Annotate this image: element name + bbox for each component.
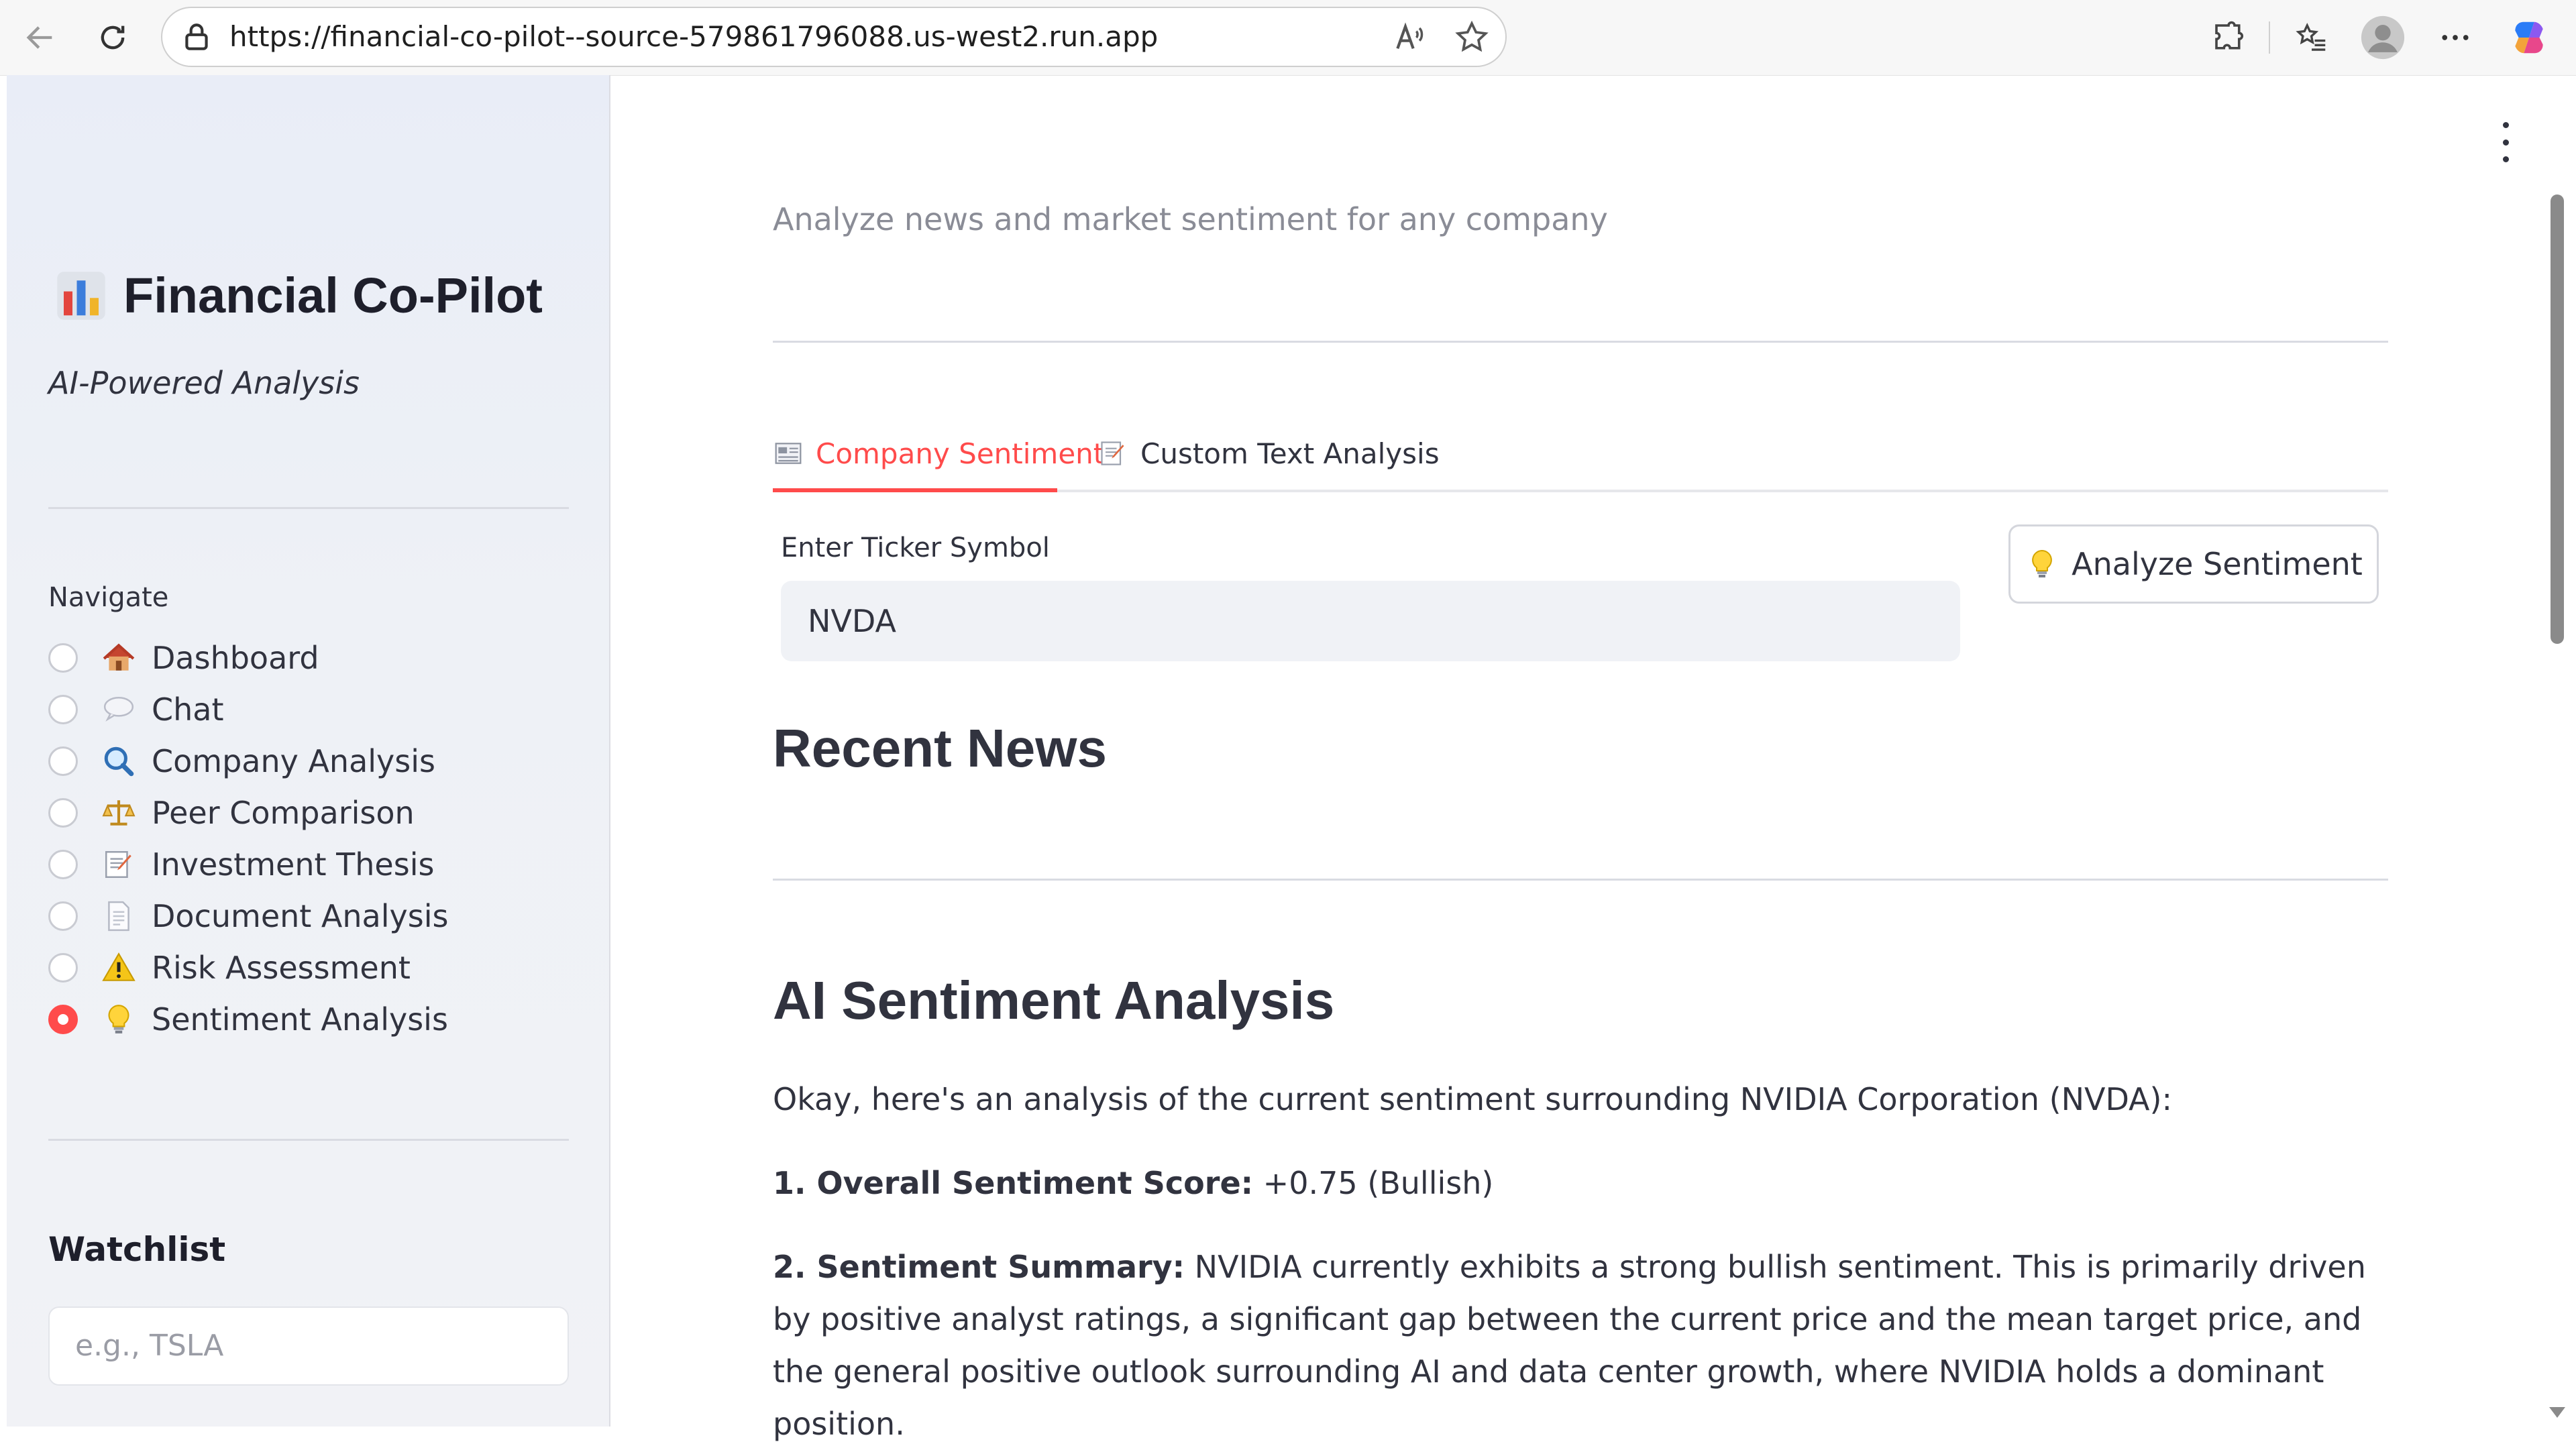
nav-label: Navigate [48, 582, 169, 613]
more-options-button[interactable] [2431, 13, 2479, 62]
nav-item-chat[interactable]: Chat [48, 686, 224, 733]
recent-news-heading: Recent News [773, 718, 1107, 778]
content-divider [773, 879, 2388, 881]
nav-item-investment-thesis[interactable]: Investment Thesis [48, 841, 434, 888]
magnifier-icon [101, 743, 137, 779]
nav-item-label: Dashboard [152, 640, 319, 676]
main-menu-button[interactable] [2496, 122, 2516, 162]
radio-button[interactable] [48, 798, 78, 828]
button-label: Analyze Sentiment [2072, 546, 2363, 582]
tagline: AI-Powered Analysis [48, 365, 360, 401]
favorite-star-icon[interactable] [1453, 19, 1491, 56]
tab-company-sentiment[interactable]: Company Sentiment [773, 420, 1104, 487]
nav-item-document-analysis[interactable]: Document Analysis [48, 893, 448, 940]
score-label: 1. Overall Sentiment Score: [773, 1165, 1254, 1201]
score-value: +0.75 (Bullish) [1253, 1165, 1494, 1201]
puzzle-icon [2215, 21, 2244, 50]
house-icon [101, 640, 137, 676]
toolbar-divider [2269, 21, 2270, 54]
lightbulb-icon [101, 1001, 137, 1038]
radio-button[interactable] [48, 953, 78, 983]
avatar-icon [2361, 15, 2405, 60]
bar-chart-icon [57, 271, 105, 320]
url-text: https://financial-co-pilot--source-57986… [229, 20, 1159, 53]
favorites-button[interactable] [2288, 13, 2336, 62]
watchlist-input[interactable]: e.g., TSLA [48, 1306, 569, 1386]
lightbulb-icon [2025, 547, 2059, 581]
refresh-icon [101, 25, 125, 50]
page-subtitle: Analyze news and market sentiment for an… [773, 201, 1608, 237]
dot [2502, 156, 2509, 162]
copilot-icon [2515, 21, 2543, 54]
dot [2502, 122, 2509, 128]
nav-item-label: Chat [152, 691, 224, 728]
extensions-button[interactable] [2204, 13, 2253, 62]
main-content: Analyze news and market sentiment for an… [612, 75, 2576, 1442]
back-arrow-icon [26, 26, 52, 49]
document-icon [101, 898, 137, 934]
active-tab-indicator [773, 488, 1057, 492]
ai-sentiment-heading: AI Sentiment Analysis [773, 970, 1335, 1030]
summary-label: 2. Sentiment Summary: [773, 1249, 1185, 1285]
newspaper-icon [773, 438, 804, 469]
back-button[interactable] [16, 13, 64, 62]
scales-icon [101, 795, 137, 831]
tab-label: Custom Text Analysis [1140, 437, 1440, 470]
tab-label: Company Sentiment [816, 437, 1105, 470]
nav-item-risk-assessment[interactable]: Risk Assessment [48, 944, 411, 991]
ticker-input[interactable]: NVDA [781, 581, 1960, 661]
ellipsis-icon [2442, 35, 2469, 40]
nav-item-sentiment-analysis[interactable]: Sentiment Analysis [48, 996, 448, 1043]
nav-item-label: Investment Thesis [152, 846, 435, 883]
profile-button[interactable] [2359, 13, 2407, 62]
nav-item-label: Risk Assessment [152, 950, 411, 986]
nav-item-label: Sentiment Analysis [152, 1001, 448, 1038]
tab-bar: Company Sentiment Custom Text Analysis [773, 406, 2388, 494]
lock-icon [185, 23, 208, 50]
refresh-button[interactable] [89, 13, 137, 62]
radio-button-selected[interactable] [48, 1005, 78, 1034]
read-aloud-icon[interactable] [1391, 19, 1429, 56]
nav-item-dashboard[interactable]: Dashboard [48, 634, 319, 681]
nav-item-company-analysis[interactable]: Company Analysis [48, 738, 435, 785]
radio-button[interactable] [48, 695, 78, 724]
nav-item-peer-comparison[interactable]: Peer Comparison [48, 789, 415, 836]
copilot-button[interactable] [2505, 13, 2553, 62]
sidebar-divider [48, 507, 569, 509]
tab-custom-text-analysis[interactable]: Custom Text Analysis [1097, 420, 1440, 487]
address-bar[interactable]: https://financial-co-pilot--source-57986… [161, 7, 1507, 67]
analyze-sentiment-button[interactable]: Analyze Sentiment [2008, 524, 2379, 604]
speech-bubble-icon [101, 691, 137, 728]
sidebar: Financial Co-Pilot AI-Powered Analysis N… [7, 75, 610, 1427]
dot [2502, 139, 2509, 146]
brand: Financial Co-Pilot [55, 267, 543, 324]
memo-icon [1097, 438, 1128, 469]
watchlist-title: Watchlist [48, 1230, 226, 1269]
nav-item-label: Document Analysis [152, 898, 449, 934]
scroll-down-arrow[interactable] [2549, 1407, 2565, 1418]
favorites-list-icon [2296, 23, 2326, 51]
sentiment-score: 1. Overall Sentiment Score: +0.75 (Bulli… [773, 1157, 2396, 1209]
nav-item-label: Peer Comparison [152, 795, 415, 831]
radio-button[interactable] [48, 746, 78, 776]
sidebar-divider [48, 1139, 569, 1141]
warning-icon [101, 950, 137, 986]
browser-toolbar: https://financial-co-pilot--source-57986… [0, 0, 2576, 76]
content-divider [773, 341, 2388, 343]
radio-button[interactable] [48, 643, 78, 673]
sentiment-summary: 2. Sentiment Summary: NVIDIA currently e… [773, 1241, 2396, 1450]
memo-icon [101, 846, 137, 883]
ticker-label: Enter Ticker Symbol [781, 533, 1050, 563]
analysis-intro: Okay, here's an analysis of the current … [773, 1081, 2172, 1117]
app-title: Financial Co-Pilot [123, 268, 543, 323]
page-scrollbar[interactable] [2551, 194, 2564, 644]
radio-button[interactable] [48, 901, 78, 931]
nav-item-label: Company Analysis [152, 743, 435, 779]
radio-button[interactable] [48, 850, 78, 879]
